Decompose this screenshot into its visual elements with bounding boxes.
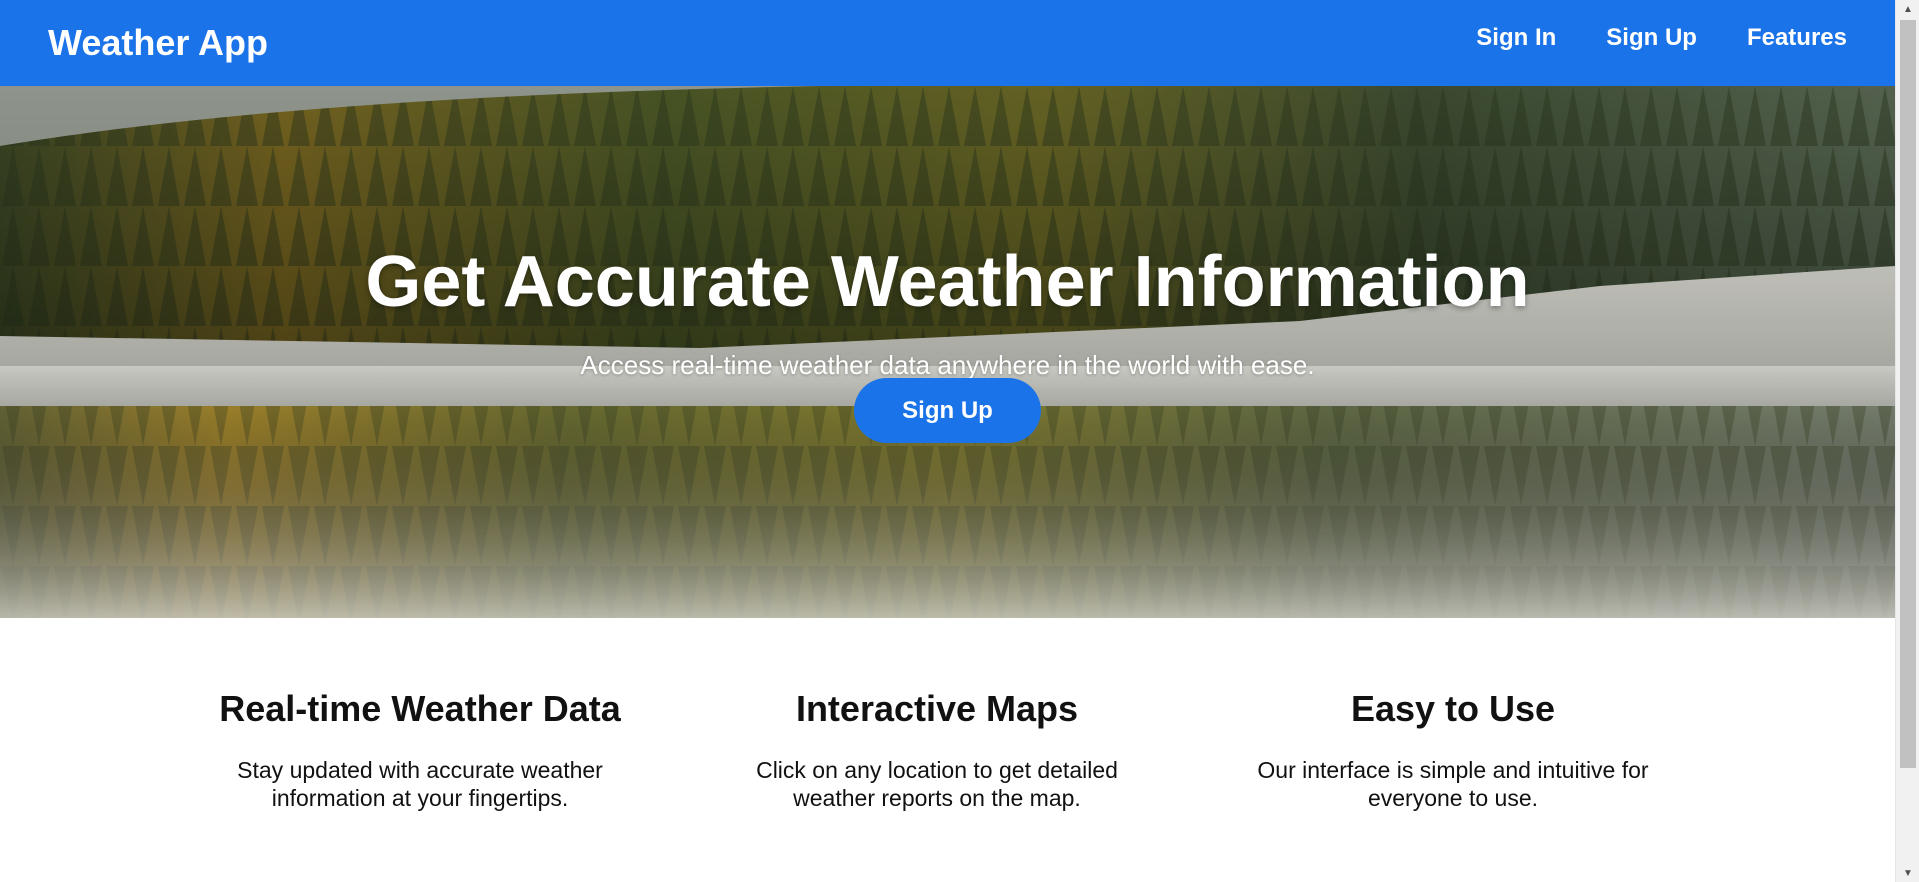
feature-title: Interactive Maps — [795, 688, 1079, 729]
feature-description: Click on any location to get detailed we… — [756, 757, 1118, 811]
top-navbar: Weather App Sign In Sign Up Features — [0, 0, 1895, 86]
feature-title: Real-time Weather Data — [219, 688, 621, 729]
feature-card: Interactive Maps Click on any location t… — [727, 688, 1147, 812]
scroll-down-arrow-icon[interactable]: ▼ — [1896, 864, 1919, 882]
scrollbar-thumb[interactable] — [1900, 20, 1916, 768]
nav-sign-up-link[interactable]: Sign Up — [1606, 24, 1697, 52]
scroll-up-arrow-icon[interactable]: ▲ — [1896, 0, 1919, 18]
hero-content: Get Accurate Weather Information Access … — [0, 86, 1895, 618]
nav-features-link[interactable]: Features — [1747, 24, 1847, 52]
page-content: Weather App Sign In Sign Up Features Get… — [0, 0, 1895, 882]
nav-sign-in-link[interactable]: Sign In — [1476, 24, 1556, 52]
feature-description: Stay updated with accurate weather infor… — [237, 757, 603, 811]
feature-card: Real-time Weather Data Stay updated with… — [210, 688, 630, 812]
features-section: Real-time Weather Data Stay updated with… — [0, 618, 1895, 882]
vertical-scrollbar[interactable]: ▲ ▼ — [1895, 0, 1919, 882]
page: Weather App Sign In Sign Up Features Get… — [0, 0, 1919, 882]
brand-logo[interactable]: Weather App — [48, 22, 268, 64]
hero-title: Get Accurate Weather Information — [365, 242, 1530, 322]
nav-links: Sign In Sign Up Features — [1476, 24, 1847, 52]
hero-subtitle: Access real-time weather data anywhere i… — [580, 350, 1315, 380]
hero-sign-up-button[interactable]: Sign Up — [854, 378, 1041, 443]
feature-card: Easy to Use Our interface is simple and … — [1243, 688, 1663, 812]
hero-section: Get Accurate Weather Information Access … — [0, 86, 1895, 618]
feature-description: Our interface is simple and intuitive fo… — [1257, 757, 1649, 811]
feature-title: Easy to Use — [1350, 688, 1556, 729]
